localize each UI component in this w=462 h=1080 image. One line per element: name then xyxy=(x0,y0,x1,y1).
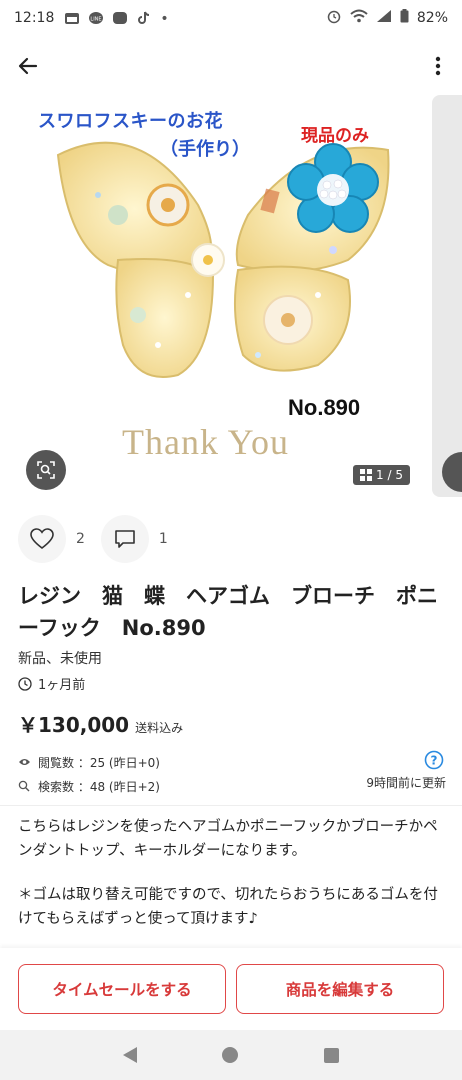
eye-icon xyxy=(18,757,32,767)
next-image-peek[interactable] xyxy=(432,95,462,497)
comment-button[interactable] xyxy=(100,515,149,563)
item-stats: 閲覧数 ：25 (昨日+0) 検索数 ：48 (昨日+2) ? 9時間前に更新 xyxy=(18,750,446,798)
system-navigation-bar xyxy=(0,1030,462,1080)
battery-icon xyxy=(400,9,409,27)
section-divider xyxy=(0,805,462,806)
battery-percent: 82% xyxy=(416,10,448,26)
description-paragraph-2: ＊ゴムは取り替え可能ですので、切れたらおうちにあるゴムを付けてもらえばずっと使っ… xyxy=(18,887,438,927)
zoom-peek-icon xyxy=(442,452,462,492)
timesale-button[interactable]: タイムセールをする xyxy=(18,964,226,1014)
comment-icon xyxy=(115,530,135,548)
bottom-action-panel: タイムセールをする 商品を編集する xyxy=(0,948,462,1030)
status-dot: • xyxy=(160,11,169,27)
status-bar: 12:18 LINE • 82% xyxy=(0,0,462,36)
image-caption-stock: 現品のみ xyxy=(301,126,369,146)
description-paragraph-1: こちらはレジンを使ったヘアゴムかポニーフックかブローチかペンダントトップ、キーホ… xyxy=(18,819,438,859)
searches-text: 検索数 ：48 (昨日+2) xyxy=(38,779,160,794)
arrow-left-icon xyxy=(18,57,38,75)
system-status: 82% xyxy=(326,8,448,28)
item-price: ￥130,000 xyxy=(18,713,130,737)
heart-icon xyxy=(30,528,54,550)
status-time: 12:18 xyxy=(14,10,55,26)
notification-icons: LINE • xyxy=(64,11,169,27)
edit-item-button[interactable]: 商品を編集する xyxy=(236,964,444,1014)
posted-time-text: 1ヶ月前 xyxy=(38,678,86,693)
image-counter-text: 1 / 5 xyxy=(376,468,403,482)
image-caption-subtitle: （手作り） xyxy=(160,139,250,160)
engagement-actions: 2 1 xyxy=(18,515,184,563)
views-text: 閲覧数 ：25 (昨日+0) xyxy=(38,755,160,770)
tiktok-icon xyxy=(136,11,152,25)
calendar-icon xyxy=(64,11,80,25)
line-app-icon: LINE xyxy=(88,11,104,25)
image-counter[interactable]: 1 / 5 xyxy=(353,465,410,485)
more-vertical-icon xyxy=(435,56,441,76)
item-description: こちらはレジンを使ったヘアゴムかポニーフックかブローチかペンダントトップ、キーホ… xyxy=(18,815,448,951)
grid-icon xyxy=(360,469,373,481)
comment-count: 1 xyxy=(158,531,168,547)
chat-app-icon xyxy=(112,11,128,25)
like-count: 2 xyxy=(76,531,85,547)
posted-time: 1ヶ月前 xyxy=(18,674,85,693)
nav-back-icon[interactable] xyxy=(122,1047,137,1063)
more-options-button[interactable] xyxy=(426,50,450,82)
app-bar xyxy=(0,40,462,90)
help-icon[interactable]: ? xyxy=(424,750,444,770)
price-row: ￥130,000 送料込み xyxy=(18,709,183,738)
image-caption-thanks: Thank You xyxy=(122,422,290,462)
clock-icon xyxy=(18,676,32,691)
updated-time: 9時間前に更新 xyxy=(366,776,446,790)
shipping-label: 送料込み xyxy=(135,721,184,735)
nav-home-icon[interactable] xyxy=(222,1047,239,1063)
search-icon xyxy=(18,780,32,792)
zoom-button[interactable] xyxy=(26,450,66,490)
image-caption-number: No.890 xyxy=(288,395,361,420)
back-button[interactable] xyxy=(12,50,44,82)
svg-text:?: ? xyxy=(431,754,438,768)
svg-text:LINE: LINE xyxy=(91,17,102,23)
zoom-search-icon xyxy=(37,461,55,479)
image-caption-title: スワロフスキーのお花 xyxy=(38,111,223,132)
item-title: レジン 猫 蝶 ヘアゴム ブローチ ポニーフック No.890 xyxy=(18,584,438,640)
nav-recent-apps-icon[interactable] xyxy=(324,1047,340,1063)
product-image-gallery[interactable]: スワロフスキーのお花 （手作り） 現品のみ No.890 Thank You 1… xyxy=(18,95,420,497)
signal-icon xyxy=(376,9,392,27)
item-condition: 新品、未使用 xyxy=(18,651,102,667)
views-row: 閲覧数 ：25 (昨日+0) xyxy=(18,750,446,774)
wifi-icon xyxy=(350,9,368,27)
like-button[interactable] xyxy=(18,515,66,563)
alarm-icon xyxy=(326,8,342,28)
